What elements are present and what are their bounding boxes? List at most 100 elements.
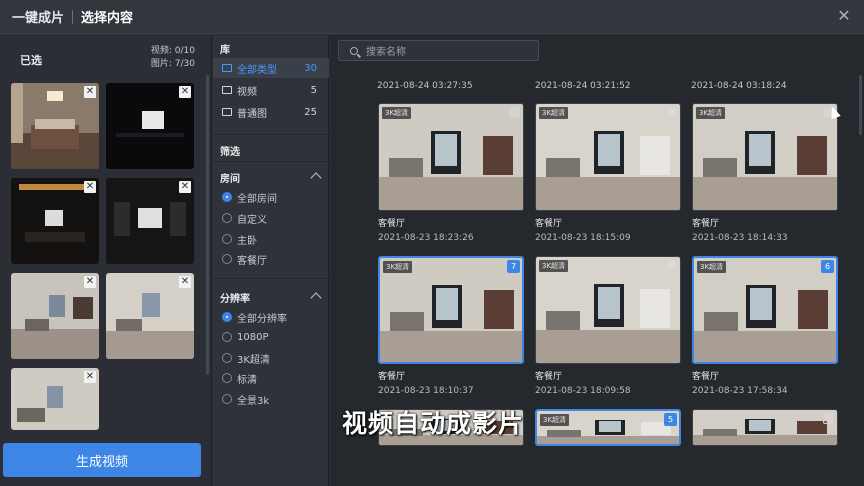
remove-icon[interactable]: ✕ xyxy=(179,181,191,193)
resolution-option[interactable]: 1080P xyxy=(222,330,268,344)
grid-scrollbar[interactable] xyxy=(859,75,862,135)
room-option-label: 主卧 xyxy=(237,235,257,247)
type-filter-image[interactable]: 普通图 25 xyxy=(213,102,329,122)
media-card[interactable]: 3K超清 xyxy=(378,103,524,211)
remove-icon[interactable]: ✕ xyxy=(84,86,96,98)
checkbox-icon[interactable] xyxy=(509,107,520,118)
video-icon xyxy=(222,86,232,94)
resolution-badge: 3K超清 xyxy=(383,261,413,273)
item-name: 客餐厅 xyxy=(378,372,406,382)
chevron-up-icon[interactable] xyxy=(310,172,322,184)
media-card[interactable]: 3K超清 xyxy=(535,103,681,211)
room-image xyxy=(694,258,836,362)
selection-number[interactable]: 7 xyxy=(507,260,520,273)
item-date: 2021-08-23 18:23:26 xyxy=(378,233,474,243)
type-count: 25 xyxy=(304,106,317,118)
room-image xyxy=(536,104,680,210)
room-image xyxy=(380,258,522,362)
radio-icon xyxy=(222,312,232,322)
type-label: 视频 xyxy=(237,86,257,98)
selection-counts: 视频: 0/10 图片: 7/30 xyxy=(151,45,195,71)
item-name: 客餐厅 xyxy=(535,372,563,382)
radio-icon xyxy=(222,394,232,404)
item-name: 客餐厅 xyxy=(535,219,563,229)
resolution-option[interactable]: 全景3k xyxy=(222,392,269,407)
remove-icon[interactable]: ✕ xyxy=(84,371,96,383)
media-card[interactable]: 3K超清 xyxy=(535,256,681,364)
window: 一键成片 选择内容 ✕ 已选 视频: 0/10 图片: 7/30 ✕ ✕ ✕ ✕… xyxy=(0,0,864,486)
radio-icon xyxy=(222,254,232,264)
room-option[interactable]: 自定义 xyxy=(222,211,267,226)
item-date: 2021-08-24 03:21:52 xyxy=(535,81,631,91)
type-label: 普通图 xyxy=(237,108,267,120)
item-date: 2021-08-24 03:18:24 xyxy=(691,81,787,91)
selected-heading: 已选 xyxy=(20,54,42,67)
item-date: 2021-08-23 17:58:34 xyxy=(692,386,788,396)
media-card[interactable]: 3K超清 xyxy=(692,103,838,211)
room-option[interactable]: 客餐厅 xyxy=(222,252,267,267)
radio-icon xyxy=(222,373,232,383)
type-filter-all[interactable]: 全部类型 30 xyxy=(213,58,329,78)
item-name: 客餐厅 xyxy=(378,219,406,229)
radio-icon xyxy=(222,332,232,342)
resolution-option[interactable]: 全部分辨率 xyxy=(222,310,287,325)
chevron-up-icon[interactable] xyxy=(310,292,322,304)
remove-icon[interactable]: ✕ xyxy=(179,86,191,98)
room-option-label: 全部房间 xyxy=(237,193,277,205)
radio-icon xyxy=(222,192,232,202)
remove-icon[interactable]: ✕ xyxy=(179,276,191,288)
selected-panel: 已选 视频: 0/10 图片: 7/30 ✕ ✕ ✕ ✕ ✕ ✕ ✕ 生成视频 xyxy=(0,35,212,486)
resolution-option[interactable]: 3K超清 xyxy=(222,351,270,366)
remove-icon[interactable]: ✕ xyxy=(84,181,96,193)
item-date: 2021-08-24 03:27:35 xyxy=(377,81,473,91)
resolution-option-label: 标清 xyxy=(237,374,257,386)
resolution-badge: 3K超清 xyxy=(540,414,570,426)
checkbox-icon[interactable] xyxy=(666,107,677,118)
room-image xyxy=(379,104,523,210)
room-heading: 房间 xyxy=(220,174,240,185)
selection-number[interactable]: 6 xyxy=(821,260,834,273)
generate-video-button[interactable]: 生成视频 xyxy=(3,443,201,477)
divider xyxy=(213,278,329,279)
selection-number[interactable]: 5 xyxy=(664,413,677,426)
media-card[interactable]: 3K超清 5 xyxy=(535,409,681,446)
selected-thumbnail[interactable]: ✕ xyxy=(11,273,99,359)
item-date: 2021-08-23 18:15:09 xyxy=(535,233,631,243)
item-date: 2021-08-23 18:09:58 xyxy=(535,386,631,396)
room-image xyxy=(693,104,837,210)
selected-thumbnail[interactable]: ✕ xyxy=(11,178,99,264)
app-title: 一键成片 xyxy=(12,11,65,26)
selected-thumbnail[interactable]: ✕ xyxy=(11,368,99,430)
room-image xyxy=(693,410,837,445)
radio-icon xyxy=(222,213,232,223)
item-date: 2021-08-23 18:14:33 xyxy=(692,233,788,243)
resolution-badge: 3K超清 xyxy=(382,107,412,119)
type-label: 全部类型 xyxy=(237,64,277,76)
filter-panel: 库 全部类型 30 视频 5 普通图 25 筛选 房间 全部房间 自定义 主卧 … xyxy=(213,35,329,486)
room-option[interactable]: 全部房间 xyxy=(222,190,277,205)
selected-thumbnail[interactable]: ✕ xyxy=(106,273,194,359)
remove-icon[interactable]: ✕ xyxy=(84,276,96,288)
media-card[interactable] xyxy=(692,409,838,446)
title-bar: 一键成片 选择内容 ✕ xyxy=(0,0,864,34)
left-scrollbar[interactable] xyxy=(206,75,209,375)
resolution-badge: 3K超清 xyxy=(539,260,569,272)
checkbox-icon[interactable] xyxy=(666,260,677,271)
room-option[interactable]: 主卧 xyxy=(222,232,257,247)
type-count: 30 xyxy=(304,62,317,74)
camera-icon xyxy=(222,108,232,116)
filter-heading: 筛选 xyxy=(220,147,240,158)
media-card[interactable]: 3K超清 6 xyxy=(692,256,838,364)
type-filter-video[interactable]: 视频 5 xyxy=(213,80,329,100)
selected-thumbnail[interactable]: ✕ xyxy=(11,83,99,169)
close-icon[interactable]: ✕ xyxy=(836,8,852,24)
checkbox-icon[interactable] xyxy=(823,413,834,424)
item-name: 客餐厅 xyxy=(692,219,720,229)
resolution-option[interactable]: 标清 xyxy=(222,371,257,386)
selected-thumbnail[interactable]: ✕ xyxy=(106,83,194,169)
search-input[interactable]: 搜索名称 xyxy=(338,40,539,61)
selected-thumbnail[interactable]: ✕ xyxy=(106,178,194,264)
room-image xyxy=(536,257,680,363)
library-heading: 库 xyxy=(220,45,230,56)
media-card[interactable]: 3K超清 7 xyxy=(378,256,524,364)
